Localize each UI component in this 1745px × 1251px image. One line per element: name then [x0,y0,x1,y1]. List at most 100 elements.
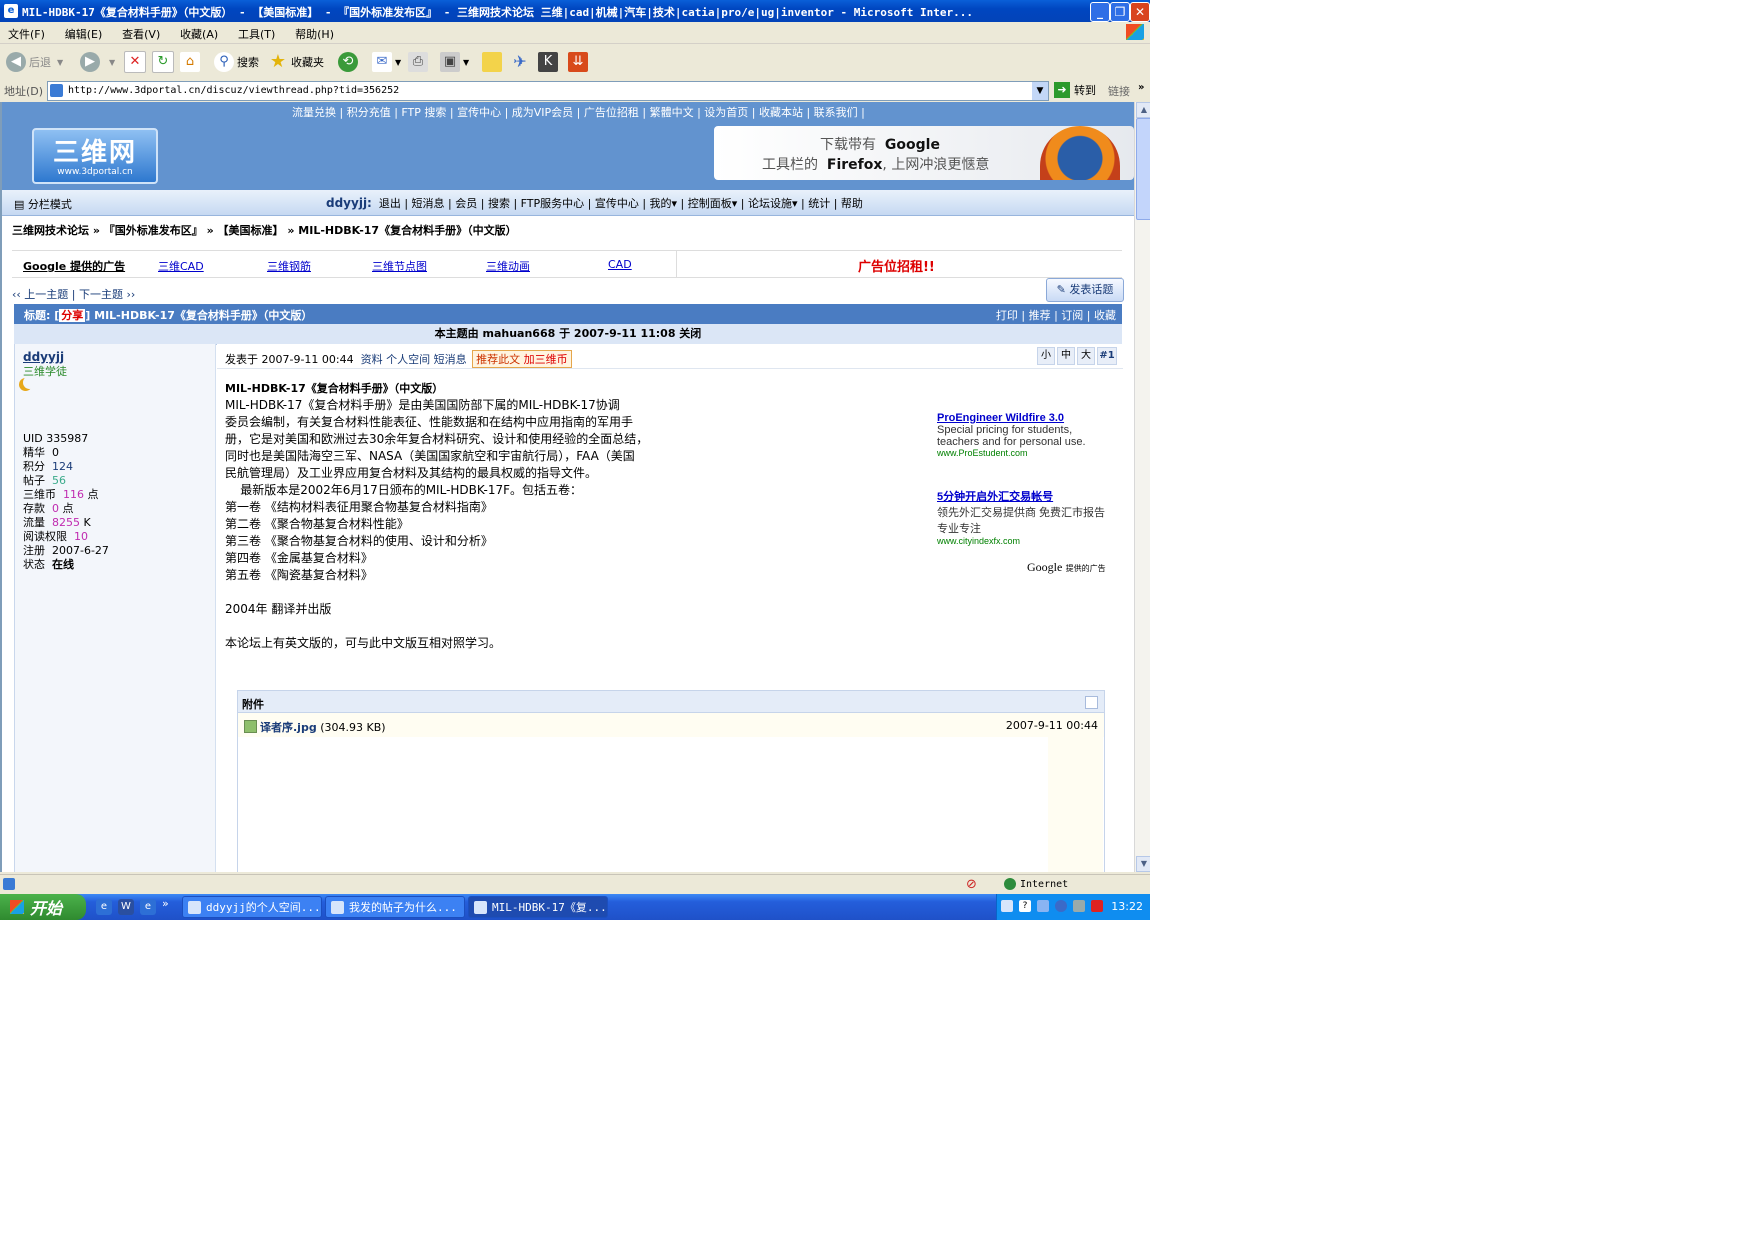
help-tray-icon[interactable]: ? [1019,900,1031,912]
zone-label: Internet [1020,878,1069,890]
start-button[interactable]: 开始 [0,894,86,920]
split-mode-link[interactable]: ▤ 分栏模式 [14,196,72,212]
go-button[interactable]: ➜ 转到 [1054,82,1096,98]
minimize-button[interactable]: _ [1090,2,1110,22]
post-floor-number[interactable]: #1 [1097,347,1117,365]
menu-edit[interactable]: 编辑(E) [57,22,111,42]
menu-view[interactable]: 查看(V) [114,22,168,42]
new-topic-button[interactable]: ✎ 发表话题 [1046,278,1124,302]
post-meta: 发表于 2007-9-11 00:44 资料 个人空间 短消息 推荐此文 加三维… [217,344,1123,369]
history-button[interactable]: ⟲ [338,50,361,74]
ad-url[interactable]: www.cityindexfx.com [937,536,1117,546]
google-ads-footer[interactable]: Google 提供的广告 [1027,560,1106,575]
app-tray-icon[interactable] [1055,900,1067,912]
vertical-scrollbar[interactable]: ▲ ▼ [1134,102,1150,872]
taskbar-item-active[interactable]: MIL-HDBK-17《复... [468,896,608,918]
top-links[interactable]: 流量兑换 | 积分充值 | FTP 搜索 | 宣传中心 | 成为VIP会员 | … [292,104,865,120]
mail-dropdown-icon[interactable]: ▼ [395,58,401,67]
post-line: 第一卷 《结构材料表征用聚合物基复合材料指南》 [225,500,493,514]
divider [676,251,677,277]
taskbar-item[interactable]: 我发的帖子为什么... [325,896,465,918]
ie2-quicklaunch-icon[interactable]: e [140,899,156,915]
task-ie-icon [474,900,487,914]
print-icon: ⎙ [408,52,428,72]
security-zone[interactable]: Internet [1004,878,1068,890]
keyboard-tray-icon[interactable] [1001,900,1013,912]
links-toolbar[interactable]: 链接 [1108,83,1130,99]
ad-link-3d-cad[interactable]: 三维CAD [158,258,204,274]
chevron-right-icon[interactable]: » [1138,82,1144,93]
forum-logo[interactable]: 三维网 www.3dportal.cn [32,128,158,184]
stat-status: 状态 在线 [23,558,74,571]
ad-space-notice[interactable]: 广告位招租!! [858,256,935,275]
page-icon [50,84,63,97]
ad-link-cad[interactable]: CAD [608,258,632,271]
mail-button[interactable]: ✉ ▼ [372,50,401,74]
favorites-button[interactable]: ★ 收藏夹 [268,50,324,74]
ad-title[interactable]: 5分钟开启外汇交易帐号 [937,488,1117,504]
maximize-button[interactable]: ❐ [1110,2,1130,22]
forward-button[interactable]: ▶ ▼ [80,50,115,74]
close-button[interactable]: ✕ [1130,2,1150,22]
menu-favorites[interactable]: 收藏(A) [172,22,226,42]
moon-rank-icon [23,376,36,389]
print-button[interactable]: ⎙ [408,50,431,74]
ie-quicklaunch-icon[interactable]: e [96,899,112,915]
popup-blocker-icon[interactable]: ⊘ [966,877,977,892]
ad-link-3d-node[interactable]: 三维节点图 [372,258,427,274]
ad-link-3d-rebar[interactable]: 三维钢筋 [267,258,311,274]
font-medium-button[interactable]: 中 [1057,347,1075,365]
ad-block: ProEngineer Wildfire 3.0 Special pricing… [937,412,1117,458]
banner-line-2: 工具栏的 Firefox, 上网冲浪更惬意 [762,157,990,173]
menu-help[interactable]: 帮助(H) [287,22,342,42]
monitor-tray-icon[interactable] [1073,900,1085,912]
author-name[interactable]: ddyyjj [23,350,64,364]
k-tray-icon[interactable] [1091,900,1103,912]
download-tool-button[interactable]: ⇊ [568,50,591,74]
thread-actions[interactable]: 打印 | 推荐 | 订阅 | 收藏 [996,307,1116,323]
back-button[interactable]: ◀ 后退 ▼ [6,50,63,74]
prev-next-topic[interactable]: ‹‹ 上一主题 | 下一主题 ›› [12,286,1122,302]
collapse-icon[interactable] [1085,696,1098,709]
address-bar: 地址(D) http://www.3dportal.cn/discuz/view… [0,80,1150,103]
ad-link-3d-animation[interactable]: 三维动画 [486,258,530,274]
home-button[interactable]: ⌂ [180,50,203,74]
scroll-down-icon[interactable]: ▼ [1136,856,1150,872]
edit-dropdown-icon[interactable]: ▼ [463,58,469,67]
user-nav-bar: ▤ 分栏模式 ddyyjj: 退出 | 短消息 | 会员 | 搜索 | FTP服… [2,190,1134,216]
window-title-bar[interactable]: e MIL-HDBK-17《复合材料手册》（中文版） - 【美国标准】 - 『国… [0,0,1150,22]
word-quicklaunch-icon[interactable]: W [118,899,134,915]
author-links[interactable]: 资料 个人空间 短消息 [361,353,467,366]
edit-button[interactable]: ▣ ▼ [440,50,469,74]
breadcrumb[interactable]: 三维网技术论坛 » 『国外标准发布区』 » 【美国标准】 » MIL-HDBK-… [12,222,1122,238]
ad-title[interactable]: ProEngineer Wildfire 3.0 [937,412,1117,424]
back-dropdown-icon[interactable]: ▼ [57,58,63,67]
clock[interactable]: 13:22 [1111,900,1143,913]
menu-file[interactable]: 文件(F) [0,22,53,42]
menu-tools[interactable]: 工具(T) [230,22,283,42]
messenger-button[interactable]: ✈ [510,50,533,74]
font-large-button[interactable]: 大 [1077,347,1095,365]
notes-button[interactable] [482,50,505,74]
font-small-button[interactable]: 小 [1037,347,1055,365]
network-tray-icon[interactable] [1037,900,1049,912]
scroll-thumb[interactable] [1136,118,1150,220]
refresh-button[interactable]: ↻ [152,50,177,74]
forward-dropdown-icon[interactable]: ▼ [109,58,115,67]
attachment-file[interactable]: 译者序.jpg (304.93 KB) [260,719,386,735]
scroll-up-icon[interactable]: ▲ [1136,102,1150,118]
user-links[interactable]: ddyyjj: 退出 | 短消息 | 会员 | 搜索 | FTP服务中心 | 宣… [326,195,863,211]
address-dropdown-icon[interactable]: ▼ [1032,82,1048,100]
address-input[interactable]: http://www.3dportal.cn/discuz/viewthread… [47,81,1049,101]
firefox-banner[interactable]: 下载带有 Google 工具栏的 Firefox, 上网冲浪更惬意 [714,126,1134,180]
k-tool-button[interactable]: K [538,50,561,74]
quicklaunch-chevron-icon[interactable]: » [162,897,169,910]
search-button[interactable]: ⚲ 搜索 [214,50,259,74]
taskbar-item[interactable]: ddyyjj的个人空间... [182,896,322,918]
post: ddyyjj 三维学徒 UID 335987 精华 0 积分 124 帖子 56… [14,344,1123,872]
ad-url[interactable]: www.ProEstudent.com [937,448,1117,458]
recommend-button[interactable]: 推荐此文 加三维币 [472,350,572,368]
stop-button[interactable]: ✕ [124,50,149,74]
forum-header: 流量兑换 | 积分充值 | FTP 搜索 | 宣传中心 | 成为VIP会员 | … [2,102,1134,190]
google-ads-label[interactable]: Google 提供的广告 [23,258,125,274]
